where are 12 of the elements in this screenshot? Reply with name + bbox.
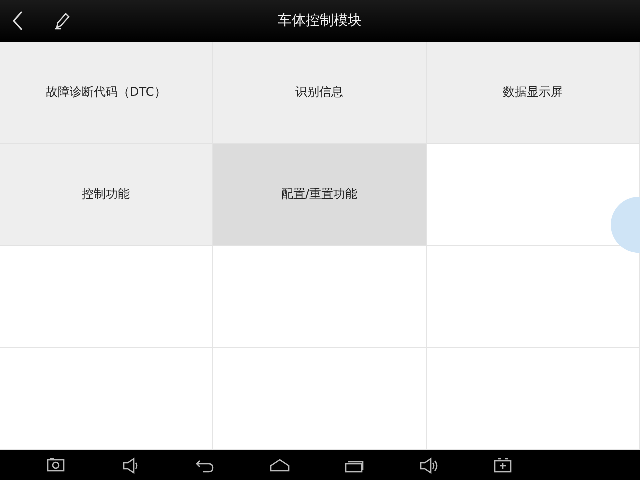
speaker-icon[interactable]: [120, 456, 140, 474]
camera-icon[interactable]: [46, 456, 66, 474]
menu-tile[interactable]: 数据显示屏: [426, 42, 640, 144]
menu-tile[interactable]: 故障诊断代码（DTC）: [0, 42, 214, 144]
menu-tile[interactable]: 控制功能: [0, 144, 214, 246]
menu-tile[interactable]: 配置/重置功能: [213, 144, 427, 246]
battery-icon[interactable]: [493, 456, 513, 474]
menu-tile[interactable]: 识别信息: [213, 42, 427, 144]
back-icon[interactable]: [12, 11, 24, 31]
speaker-icon[interactable]: [418, 456, 438, 474]
window-title: 车体控制模块: [278, 12, 362, 30]
pencil-icon[interactable]: [54, 12, 72, 30]
